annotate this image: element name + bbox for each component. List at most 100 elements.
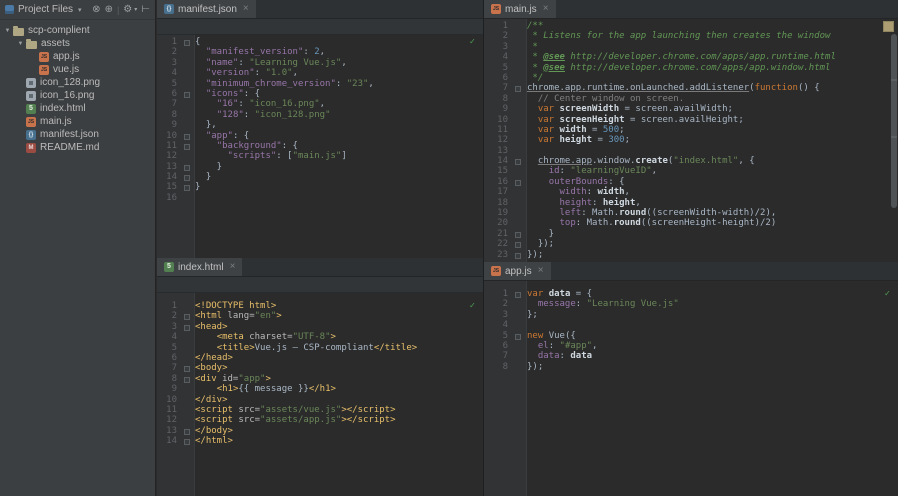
fold-gutter[interactable] xyxy=(177,58,195,68)
fold-marker-icon[interactable] xyxy=(508,229,527,239)
code-line[interactable]: 23}); xyxy=(484,250,898,260)
line-number[interactable]: 6 xyxy=(157,89,177,99)
line-number[interactable]: 8 xyxy=(157,110,177,120)
code-line[interactable]: 8 // Center window on screen. xyxy=(484,94,898,104)
fold-marker-icon[interactable] xyxy=(177,374,195,384)
inspection-ok-icon[interactable]: ✓ xyxy=(470,37,475,47)
fold-gutter[interactable] xyxy=(177,120,195,130)
code-line[interactable]: 12<script src="assets/app.js"></script> xyxy=(157,415,483,425)
code-line[interactable]: 11<script src="assets/vue.js"></script> xyxy=(157,405,483,415)
fold-gutter[interactable] xyxy=(508,94,527,104)
code-line[interactable]: 10 var screenHeight = screen.availHeight… xyxy=(484,115,898,125)
code-line[interactable]: 14 chrome.app.window.create("index.html"… xyxy=(484,156,898,166)
fold-gutter[interactable] xyxy=(508,104,527,114)
fold-marker-icon[interactable] xyxy=(177,426,195,436)
line-number[interactable]: 15 xyxy=(484,166,508,176)
code-line[interactable]: 15} xyxy=(157,182,483,192)
code-line[interactable]: 1<!DOCTYPE html> xyxy=(157,301,483,311)
code-line[interactable]: 12 "scripts": ["main.js"] xyxy=(157,151,483,161)
code-line[interactable]: 13 xyxy=(484,146,898,156)
line-number[interactable]: 5 xyxy=(157,343,177,353)
code-line[interactable]: 1/** xyxy=(484,21,898,31)
expand-arrow-icon[interactable]: ▼ xyxy=(15,41,26,47)
fold-gutter[interactable] xyxy=(508,218,527,228)
tree-item-vue.js[interactable]: JSvue.js xyxy=(0,63,155,76)
code-line[interactable]: 11 var width = 500; xyxy=(484,125,898,135)
code-line[interactable]: 16 xyxy=(157,193,483,203)
line-number[interactable]: 13 xyxy=(157,426,177,436)
tab-index.html[interactable]: 5index.html× xyxy=(157,258,242,276)
fold-marker-icon[interactable] xyxy=(508,177,527,187)
project-view-selector[interactable]: Project Files xyxy=(18,4,73,15)
fold-marker-icon[interactable] xyxy=(508,250,527,260)
line-number[interactable]: 22 xyxy=(484,239,508,249)
line-number[interactable]: 13 xyxy=(484,146,508,156)
code-line[interactable]: 9 var screenWidth = screen.availWidth; xyxy=(484,104,898,114)
tab-main.js[interactable]: JSmain.js× xyxy=(484,0,556,18)
tree-item-app.js[interactable]: JSapp.js xyxy=(0,50,155,63)
collapse-all-icon[interactable]: ⊗ xyxy=(92,5,100,15)
fold-gutter[interactable] xyxy=(508,31,527,41)
fold-gutter[interactable] xyxy=(177,301,195,311)
fold-gutter[interactable] xyxy=(508,73,527,83)
fold-gutter[interactable] xyxy=(177,415,195,425)
fold-gutter[interactable] xyxy=(508,341,527,351)
code-line[interactable]: 4 * @see http://developer.chrome.com/app… xyxy=(484,52,898,62)
line-number[interactable]: 16 xyxy=(157,193,177,203)
fold-marker-icon[interactable] xyxy=(508,156,527,166)
line-number[interactable]: 1 xyxy=(484,289,508,299)
line-number[interactable]: 6 xyxy=(484,73,508,83)
code-line[interactable]: 3 * xyxy=(484,42,898,52)
line-number[interactable]: 12 xyxy=(484,135,508,145)
fold-gutter[interactable] xyxy=(508,351,527,361)
fold-gutter[interactable] xyxy=(177,110,195,120)
code-line[interactable]: 15 id: "learningVueID", xyxy=(484,166,898,176)
scrollbar-thumb[interactable] xyxy=(891,34,897,208)
code-line[interactable]: 2 * Listens for the app launching then c… xyxy=(484,31,898,41)
line-number[interactable]: 9 xyxy=(157,384,177,394)
fold-marker-icon[interactable] xyxy=(177,141,195,151)
line-number[interactable]: 7 xyxy=(157,99,177,109)
fold-marker-icon[interactable] xyxy=(177,363,195,373)
line-number[interactable]: 5 xyxy=(157,79,177,89)
fold-gutter[interactable] xyxy=(508,52,527,62)
line-number[interactable]: 5 xyxy=(484,331,508,341)
code-line[interactable]: 2<html lang="en"> xyxy=(157,311,483,321)
line-number[interactable]: 14 xyxy=(157,436,177,446)
fold-gutter[interactable] xyxy=(177,395,195,405)
line-number[interactable]: 3 xyxy=(157,322,177,332)
code-line[interactable]: 5 <title>Vue.js – CSP-compliant</title> xyxy=(157,343,483,353)
chevron-down-icon[interactable]: ▾ xyxy=(78,6,82,14)
line-number[interactable]: 12 xyxy=(157,151,177,161)
line-number[interactable]: 23 xyxy=(484,250,508,260)
code-line[interactable]: 3<head> xyxy=(157,322,483,332)
line-number[interactable]: 10 xyxy=(484,115,508,125)
fold-gutter[interactable] xyxy=(177,79,195,89)
code-line[interactable]: 8}); xyxy=(484,362,898,372)
fold-gutter[interactable] xyxy=(177,47,195,57)
tree-item-manifest.json[interactable]: {}manifest.json xyxy=(0,128,155,141)
line-number[interactable]: 13 xyxy=(157,162,177,172)
line-number[interactable]: 11 xyxy=(157,141,177,151)
fold-gutter[interactable] xyxy=(508,310,527,320)
code-line[interactable]: 8 "128": "icon_128.png" xyxy=(157,110,483,120)
locate-file-icon[interactable]: ⊕ xyxy=(105,5,113,15)
code-line[interactable]: 21 } xyxy=(484,229,898,239)
close-tab-icon[interactable]: × xyxy=(243,4,249,14)
fold-gutter[interactable] xyxy=(508,115,527,125)
line-number[interactable]: 10 xyxy=(157,131,177,141)
close-tab-icon[interactable]: × xyxy=(230,262,236,272)
code-line[interactable]: 14</html> xyxy=(157,436,483,446)
fold-gutter[interactable] xyxy=(508,63,527,73)
code-line[interactable]: 2 message: "Learning Vue.js" xyxy=(484,299,898,309)
code-line[interactable]: 1var data = { xyxy=(484,289,898,299)
line-number[interactable]: 7 xyxy=(484,351,508,361)
code-line[interactable]: 13</body> xyxy=(157,426,483,436)
fold-gutter[interactable] xyxy=(508,187,527,197)
code-line[interactable]: 10 "app": { xyxy=(157,131,483,141)
code-line[interactable]: 14 } xyxy=(157,172,483,182)
code-line[interactable]: 22 }); xyxy=(484,239,898,249)
code-line[interactable]: 13 } xyxy=(157,162,483,172)
tree-item-README.md[interactable]: MREADME.md xyxy=(0,141,155,154)
code-line[interactable]: 4 <meta charset="UTF-8"> xyxy=(157,332,483,342)
